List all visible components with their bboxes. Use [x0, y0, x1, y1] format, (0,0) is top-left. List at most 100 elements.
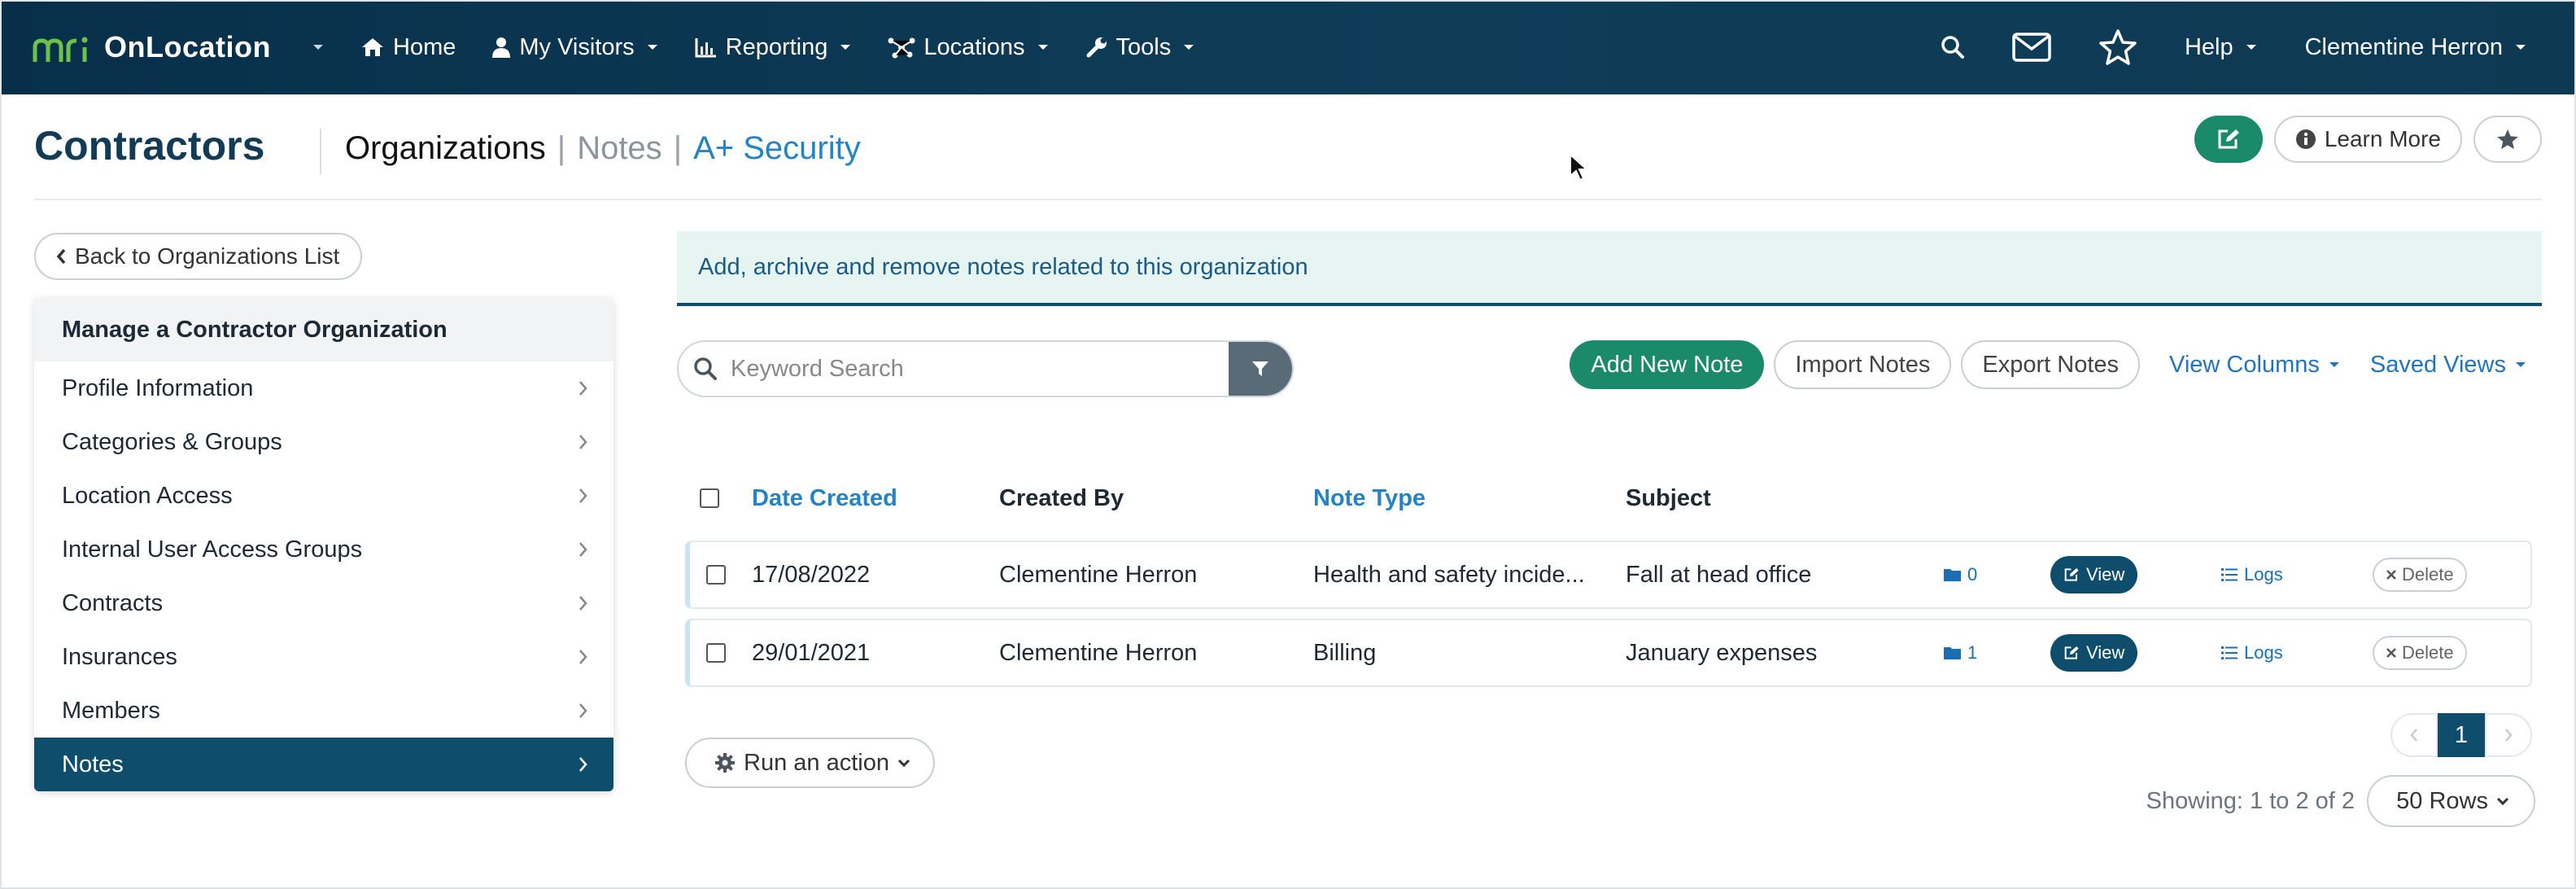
- nav-locations-label: Locations: [923, 33, 1025, 60]
- brand-name: OnLocation: [104, 30, 271, 64]
- bar-chart-icon: [695, 37, 718, 58]
- attachments-link[interactable]: 0: [1943, 564, 1977, 585]
- cell-note-type: Health and safety incide...: [1313, 561, 1585, 588]
- add-new-note-button[interactable]: Add New Note: [1570, 340, 1765, 389]
- sidebar-item-label: Location Access: [62, 482, 233, 509]
- mail-icon[interactable]: [2012, 33, 2051, 62]
- cell-created-by: Clementine Herron: [999, 561, 1198, 588]
- column-note-type[interactable]: Note Type: [1313, 485, 1426, 512]
- sidebar-item-internal-user-access-groups[interactable]: Internal User Access Groups: [34, 523, 613, 576]
- view-label: View: [2086, 642, 2125, 663]
- table-row: 29/01/2021 Clementine Herron Billing Jan…: [685, 619, 2532, 687]
- logs-link[interactable]: Logs: [2221, 642, 2283, 663]
- select-all-checkbox[interactable]: [700, 488, 719, 508]
- row-checkbox[interactable]: [706, 565, 726, 585]
- edit-icon: [2064, 646, 2079, 659]
- mri-logo: [33, 31, 91, 64]
- top-navbar: OnLocation Home My Visitors Reporting Lo…: [0, 0, 2576, 94]
- sidebar-item-members[interactable]: Members: [34, 684, 613, 738]
- search-icon[interactable]: [1941, 35, 1965, 59]
- view-button[interactable]: View: [2050, 634, 2138, 672]
- list-icon: [2221, 646, 2238, 659]
- sidebar-item-label: Categories & Groups: [62, 428, 282, 455]
- table-row: 17/08/2022 Clementine Herron Health and …: [685, 541, 2532, 609]
- nav-locations[interactable]: Locations: [888, 0, 1049, 94]
- nav-home[interactable]: Home: [360, 0, 456, 94]
- sidebar-item-notes[interactable]: Notes: [34, 738, 613, 791]
- nav-my-visitors[interactable]: My Visitors: [491, 0, 658, 94]
- chevron-right-icon: [578, 755, 589, 773]
- chevron-left-icon: [2410, 729, 2417, 742]
- filter-button[interactable]: [1229, 342, 1292, 396]
- star-icon[interactable]: [2098, 28, 2137, 66]
- tab-a-plus-security[interactable]: A+ Security: [693, 130, 861, 167]
- favorite-button[interactable]: [2473, 116, 2542, 163]
- nav-home-label: Home: [393, 33, 456, 60]
- sidebar-item-label: Contracts: [62, 589, 164, 616]
- home-icon: [360, 37, 385, 58]
- chevron-right-icon: [578, 594, 589, 612]
- learn-more-label: Learn More: [2324, 126, 2441, 151]
- saved-views-label: Saved Views: [2369, 351, 2506, 378]
- search-icon: [693, 357, 718, 381]
- sidebar-item-categories-groups[interactable]: Categories & Groups: [34, 415, 613, 469]
- mouse-cursor-icon: [1569, 153, 1588, 182]
- chevron-left-icon: [55, 247, 67, 265]
- nav-help[interactable]: Help: [2185, 0, 2258, 94]
- breadcrumb: Organizations | Notes | A+ Security: [345, 130, 861, 167]
- user-menu[interactable]: Clementine Herron: [2305, 0, 2527, 94]
- next-page-button[interactable]: [2485, 713, 2532, 757]
- column-date-created[interactable]: Date Created: [752, 485, 897, 512]
- folder-icon: [1944, 569, 1961, 581]
- star-icon: [2495, 128, 2520, 151]
- sidebar-item-location-access[interactable]: Location Access: [34, 469, 613, 523]
- view-columns-dropdown[interactable]: View Columns: [2169, 352, 2341, 379]
- chevron-right-icon: [578, 433, 589, 451]
- run-action-button[interactable]: Run an action: [685, 738, 935, 788]
- breadcrumb-separator: |: [557, 130, 566, 166]
- rows-per-page-dropdown[interactable]: 50 Rows: [2367, 775, 2535, 827]
- import-notes-button[interactable]: Import Notes: [1774, 340, 1952, 389]
- view-button[interactable]: View: [2050, 556, 2138, 593]
- nav-reporting[interactable]: Reporting: [695, 0, 853, 94]
- chevron-down-icon: [646, 43, 659, 51]
- attachments-link[interactable]: 1: [1943, 642, 1977, 663]
- row-checkbox[interactable]: [706, 643, 726, 663]
- tab-organizations[interactable]: Organizations: [345, 130, 546, 167]
- previous-page-button[interactable]: [2390, 713, 2438, 757]
- rows-per-page-label: 50 Rows: [2396, 787, 2488, 814]
- chevron-down-icon: [1037, 43, 1050, 51]
- delete-button[interactable]: Delete: [2373, 558, 2467, 592]
- search-input[interactable]: [731, 355, 1203, 383]
- tab-notes[interactable]: Notes: [577, 130, 662, 167]
- nav-tools[interactable]: Tools: [1085, 0, 1196, 94]
- sidebar-item-profile-information[interactable]: Profile Information: [34, 361, 613, 415]
- edit-icon: [2064, 568, 2079, 581]
- chevron-down-icon: [2245, 43, 2258, 51]
- saved-views-dropdown[interactable]: Saved Views: [2370, 352, 2527, 379]
- edit-button[interactable]: [2194, 116, 2263, 163]
- current-page[interactable]: 1: [2438, 713, 2485, 757]
- cell-subject: January expenses: [1626, 639, 1818, 666]
- network-icon: [888, 36, 915, 59]
- export-notes-button[interactable]: Export Notes: [1961, 340, 2141, 389]
- delete-button[interactable]: Delete: [2373, 636, 2467, 670]
- logs-link[interactable]: Logs: [2221, 564, 2283, 585]
- run-action-label: Run an action: [744, 749, 889, 776]
- brand[interactable]: OnLocation: [33, 30, 325, 64]
- chevron-right-icon: [578, 379, 589, 397]
- back-to-organizations-button[interactable]: Back to Organizations List: [34, 233, 363, 280]
- chevron-right-icon: [578, 648, 589, 666]
- chevron-down-icon[interactable]: [312, 43, 325, 51]
- back-label: Back to Organizations List: [75, 243, 340, 269]
- chevron-down-icon: [2514, 361, 2527, 369]
- filter-icon: [1252, 361, 1268, 376]
- learn-more-button[interactable]: Learn More: [2273, 116, 2462, 163]
- nav-reporting-label: Reporting: [725, 33, 828, 60]
- cell-date: 17/08/2022: [752, 561, 871, 588]
- view-label: View: [2086, 564, 2125, 585]
- sidebar-item-insurances[interactable]: Insurances: [34, 630, 613, 684]
- sidebar-item-contracts[interactable]: Contracts: [34, 576, 613, 630]
- nav-tools-label: Tools: [1116, 33, 1172, 60]
- chevron-right-icon: [2505, 729, 2513, 742]
